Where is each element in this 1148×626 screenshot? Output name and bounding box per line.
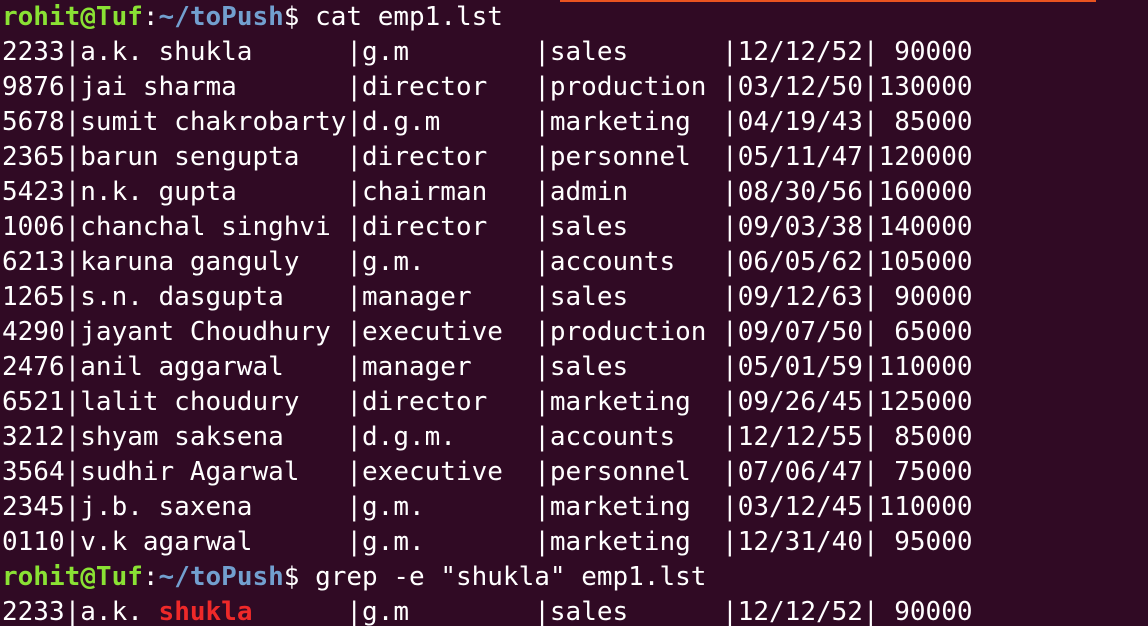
output-row: 2365|barun sengupta |director |personnel… (2, 142, 973, 172)
output-row: 2233|a.k. shukla |g.m |sales |12/12/52| … (2, 37, 973, 67)
prompt-user-host: rohit@Tuf (2, 2, 143, 32)
output-row: 1265|s.n. dasgupta |manager |sales |09/1… (2, 282, 973, 312)
prompt-separator: : (142, 2, 159, 32)
output-row: 6213|karuna ganguly |g.m. |accounts |06/… (2, 247, 973, 277)
command-line-cat: rohit@Tuf:~/toPush$ cat emp1.lst (2, 0, 1148, 35)
output-row: 3564|sudhir Agarwal |executive |personne… (2, 457, 973, 487)
output-row: 1006|chanchal singhvi |director |sales |… (2, 212, 973, 242)
output-row: 9876|jai sharma |director |production |0… (2, 72, 973, 102)
terminal-window[interactable]: rohit@Tuf:~/toPush$ cat emp1.lst 2233|a.… (0, 0, 1148, 626)
output-row: 0110|v.k agarwal |g.m. |marketing |12/31… (2, 527, 973, 557)
output-row: 3212|shyam saksena |d.g.m. |accounts |12… (2, 422, 973, 452)
prompt-path: ~/toPush (158, 562, 284, 592)
grep-result-prefix: 2233|a.k. (2, 597, 159, 626)
output-row: 5678|sumit chakrobarty|d.g.m |marketing … (2, 107, 973, 137)
grep-result-row: 2233|a.k. shukla |g.m |sales |12/12/52| … (2, 595, 1148, 626)
prompt-symbol: $ (283, 562, 300, 592)
output-row: 4290|jayant Choudhury |executive |produc… (2, 317, 973, 347)
output-row: 2345|j.b. saxena |g.m. |marketing |03/12… (2, 492, 973, 522)
grep-result-suffix: |g.m |sales |12/12/52| 90000 (252, 597, 973, 626)
command-text-grep: grep -e "shukla" emp1.lst (299, 562, 707, 592)
output-row: 6521|lalit choudury |director |marketing… (2, 387, 973, 417)
prompt-path: ~/toPush (158, 2, 284, 32)
prompt-symbol: $ (283, 2, 300, 32)
command-text-cat: cat emp1.lst (299, 2, 503, 32)
prompt-user-host: rohit@Tuf (2, 562, 143, 592)
prompt-separator: : (142, 562, 159, 592)
grep-match-highlight: shukla (158, 597, 253, 626)
output-row: 2476|anil aggarwal |manager |sales |05/0… (2, 352, 973, 382)
command-line-grep: rohit@Tuf:~/toPush$ grep -e "shukla" emp… (2, 560, 1148, 595)
output-row: 5423|n.k. gupta |chairman |admin |08/30/… (2, 177, 973, 207)
terminal-output: rohit@Tuf:~/toPush$ cat emp1.lst 2233|a.… (2, 0, 1148, 626)
